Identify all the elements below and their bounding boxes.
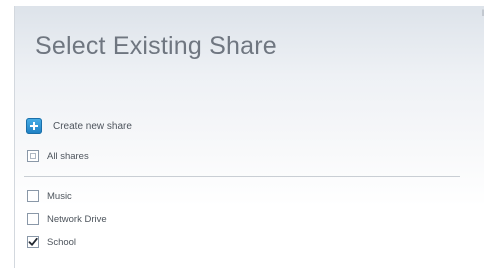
share-item-school[interactable]: School bbox=[27, 235, 76, 249]
corner-mark: l bbox=[482, 8, 484, 18]
select-share-dialog: l Select Existing Share bbox=[14, 6, 484, 268]
checkmark-icon bbox=[28, 237, 38, 246]
share-checkbox-school[interactable] bbox=[27, 236, 39, 248]
create-new-share-button[interactable]: Create new share bbox=[26, 117, 132, 135]
dialog-title: Select Existing Share bbox=[35, 32, 277, 60]
all-shares-row[interactable]: All shares bbox=[27, 149, 89, 163]
share-checkbox-network-drive[interactable] bbox=[27, 213, 39, 225]
create-new-share-label: Create new share bbox=[53, 120, 132, 132]
share-checkbox-music[interactable] bbox=[27, 190, 39, 202]
share-label-music: Music bbox=[47, 190, 72, 202]
all-shares-checkbox[interactable] bbox=[27, 150, 39, 162]
share-item-music[interactable]: Music bbox=[27, 189, 72, 203]
divider bbox=[24, 176, 460, 177]
share-label-network-drive: Network Drive bbox=[47, 213, 107, 225]
share-label-school: School bbox=[47, 236, 77, 248]
plus-icon bbox=[26, 118, 42, 134]
all-shares-label: All shares bbox=[47, 150, 89, 162]
share-item-network-drive[interactable]: Network Drive bbox=[27, 212, 107, 226]
